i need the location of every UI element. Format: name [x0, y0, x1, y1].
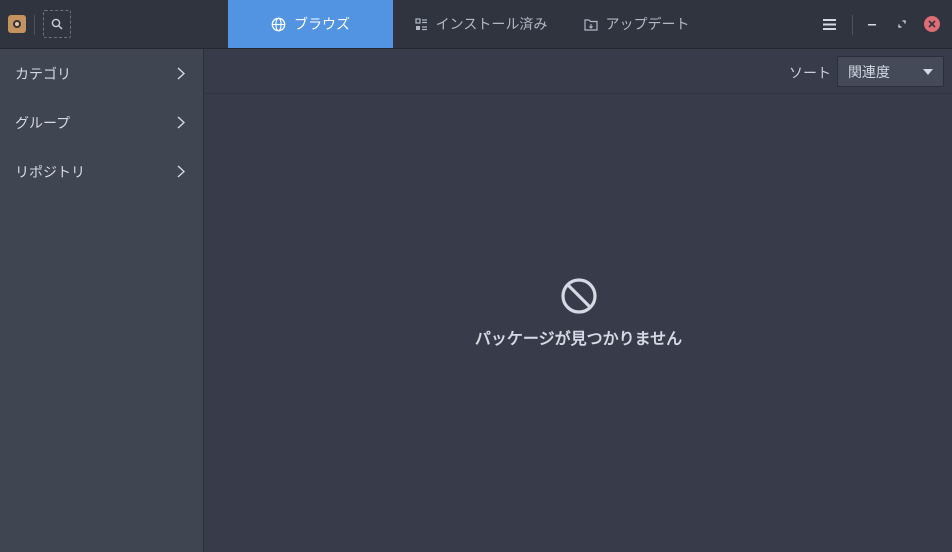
sort-label: ソート [789, 66, 831, 82]
tab-updates[interactable]: アップデート [569, 0, 704, 48]
view-switcher: ブラウズ インストール済み アップデート [228, 0, 704, 48]
main-menu-button[interactable] [816, 11, 842, 37]
close-icon [928, 20, 936, 28]
no-results-icon [560, 278, 597, 314]
window-controls [816, 0, 842, 48]
close-button[interactable] [924, 16, 940, 32]
chevron-down-icon [923, 68, 933, 75]
sidebar-item-label: グループ [15, 115, 71, 132]
tab-installed-label: インストール済み [435, 17, 548, 33]
sidebar-item-categories[interactable]: カテゴリ [0, 49, 203, 98]
chevron-right-icon [177, 165, 185, 178]
hamburger-menu-icon [822, 18, 836, 30]
sidebar-item-repositories[interactable]: リポジトリ [0, 147, 203, 196]
header-separator [34, 15, 35, 35]
updates-folder-icon [583, 18, 598, 31]
globe-icon [271, 17, 286, 32]
sort-dropdown[interactable]: 関連度 [837, 56, 944, 87]
empty-state: パッケージが見つかりません [205, 277, 952, 349]
minimize-button[interactable] [864, 16, 880, 32]
sort-dropdown-value: 関連度 [848, 64, 890, 81]
search-icon [51, 18, 63, 30]
tab-browse-label: ブラウズ [294, 17, 350, 33]
sort-toolbar: ソート 関連度 [205, 49, 952, 94]
app-logo-icon [8, 15, 26, 33]
search-button[interactable] [43, 10, 71, 38]
maximize-button[interactable] [894, 16, 910, 32]
tab-browse[interactable]: ブラウズ [228, 0, 393, 48]
main-content: ソート 関連度 パッケージが見つかりません [205, 49, 952, 552]
sidebar-item-label: カテゴリ [15, 66, 71, 83]
app-window: ブラウズ インストール済み アップデート カテゴリ グループ リポジトリ ソート… [0, 0, 952, 552]
installed-list-icon [415, 17, 428, 31]
chevron-right-icon [177, 116, 185, 129]
sidebar-item-groups[interactable]: グループ [0, 98, 203, 147]
header-separator-right [852, 15, 853, 35]
header-bar: ブラウズ インストール済み アップデート [0, 0, 952, 49]
tab-updates-label: アップデート [605, 17, 690, 33]
minimize-icon [868, 24, 876, 26]
tab-installed[interactable]: インストール済み [393, 0, 569, 48]
maximize-icon [898, 20, 906, 28]
empty-state-message: パッケージが見つかりません [474, 329, 683, 348]
sidebar: カテゴリ グループ リポジトリ [0, 49, 204, 552]
sidebar-item-label: リポジトリ [15, 164, 85, 181]
chevron-right-icon [177, 67, 185, 80]
